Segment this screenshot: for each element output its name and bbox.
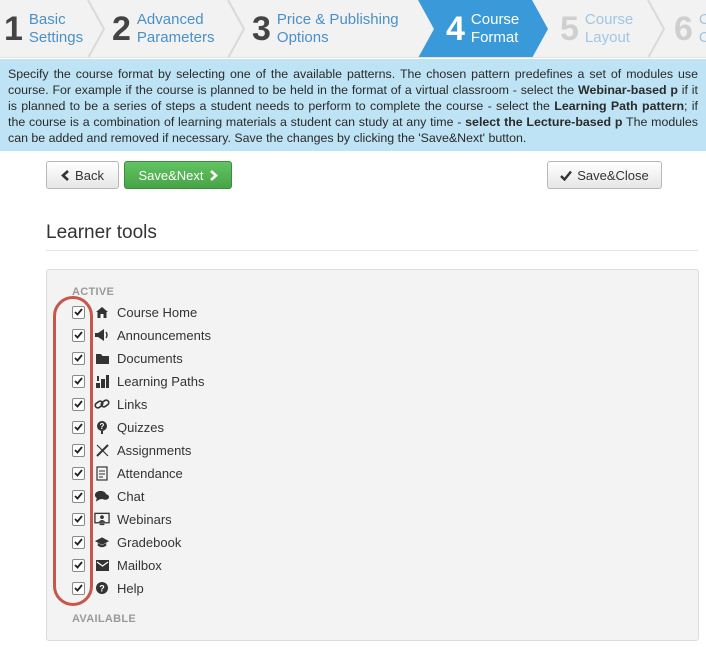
svg-text:?: ? xyxy=(99,584,105,594)
tool-label: Chat xyxy=(117,488,145,504)
available-label: AVAILABLE xyxy=(72,613,137,625)
step-course-layout[interactable]: 5 Course Layout xyxy=(560,0,634,57)
tool-label: Learning Paths xyxy=(117,373,205,389)
tool-label: Links xyxy=(117,396,148,412)
step-label: C xyxy=(699,29,706,46)
tool-label: Gradebook xyxy=(117,534,182,550)
chevron-left-icon xyxy=(61,169,69,181)
info-bold-text: Learning Path pattern xyxy=(554,99,685,113)
step-number: 6 xyxy=(674,10,693,48)
help-icon: ? xyxy=(94,580,110,596)
tool-label: Help xyxy=(117,580,144,596)
save-close-button[interactable]: Save&Close xyxy=(547,161,662,189)
step-separator xyxy=(87,0,106,57)
section-title: Learner tools xyxy=(46,222,157,243)
tool-label: Quizzes xyxy=(117,419,164,435)
tool-label: Attendance xyxy=(117,465,183,481)
tool-label: Assignments xyxy=(117,442,192,458)
folder-icon xyxy=(94,350,110,366)
step-label: Advanced xyxy=(136,11,204,28)
link-icon xyxy=(94,396,110,412)
info-bold-text: select the Lecture-based p xyxy=(465,115,623,129)
step-separator xyxy=(647,0,666,57)
step-label: Parameters xyxy=(136,29,215,46)
chat-icon xyxy=(94,488,110,504)
tool-label: Announcements xyxy=(117,327,211,343)
tool-label: Webinars xyxy=(117,511,172,527)
step-price-publishing[interactable]: 3 Price & Publishing Options xyxy=(252,0,399,57)
save-close-button-label: Save&Close xyxy=(577,167,649,183)
mailbox-icon xyxy=(94,557,110,573)
step-label: Options xyxy=(276,29,329,46)
step-basic-settings[interactable]: 1 Basic Settings xyxy=(4,0,84,57)
checkmark-icon xyxy=(560,170,573,181)
step-label: Course xyxy=(470,11,520,28)
checkbox-highlight-annotation xyxy=(53,296,93,606)
attendance-icon xyxy=(94,465,110,481)
divider xyxy=(46,250,698,251)
step-separator xyxy=(227,0,246,57)
graduation-cap-icon xyxy=(94,534,110,550)
webinar-icon xyxy=(94,511,110,527)
step-label: Course xyxy=(584,11,634,28)
save-next-button[interactable]: Save&Next xyxy=(124,161,232,189)
step-number: 2 xyxy=(112,10,131,48)
back-button-label: Back xyxy=(75,167,104,183)
step-label: C xyxy=(699,11,706,28)
step-6[interactable]: 6 CC xyxy=(674,0,706,57)
step-advanced-parameters[interactable]: 2 Advanced Parameters xyxy=(112,0,215,57)
info-bold-text: Webinar-based p xyxy=(577,83,678,97)
tool-label: Mailbox xyxy=(117,557,162,573)
save-next-button-label: Save&Next xyxy=(138,167,204,183)
step-number: 5 xyxy=(560,10,579,48)
megaphone-icon xyxy=(94,327,110,343)
chevron-right-icon xyxy=(209,169,218,181)
pencil-ruler-icon xyxy=(94,442,110,458)
step-label: Format xyxy=(470,29,519,46)
step-label: Price & Publishing xyxy=(276,11,399,28)
home-icon xyxy=(94,304,110,320)
quiz-icon: ? xyxy=(94,419,110,435)
info-banner: Specify the course format by selecting o… xyxy=(0,59,706,151)
back-button[interactable]: Back xyxy=(46,161,119,189)
step-number: 3 xyxy=(252,10,271,48)
tool-label: Course Home xyxy=(117,304,198,320)
step-number: 1 xyxy=(4,10,23,48)
wizard-steps: 1 Basic Settings 2 Advanced Parameters 3 P… xyxy=(0,0,706,58)
step-number: 4 xyxy=(446,10,465,48)
step-label: Settings xyxy=(28,29,84,46)
tool-label: Documents xyxy=(117,350,183,366)
svg-text:?: ? xyxy=(100,422,105,431)
step-course-format[interactable]: 4 Course Format xyxy=(446,0,520,57)
step-label: Layout xyxy=(584,29,630,46)
step-label: Basic xyxy=(28,11,66,28)
learning-path-icon xyxy=(94,373,110,389)
